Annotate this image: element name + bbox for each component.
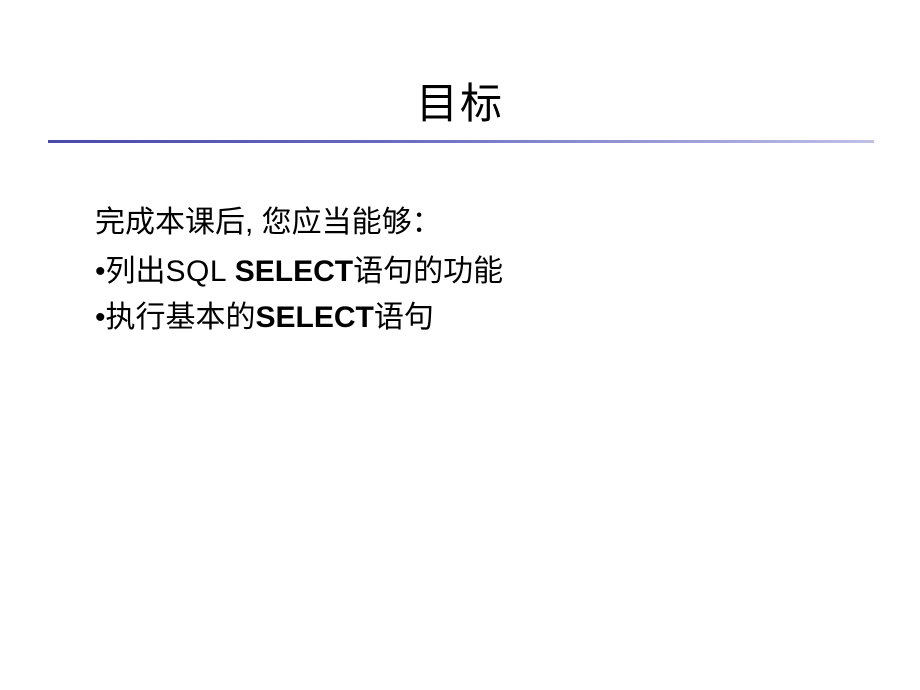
slide-content: 完成本课后, 您应当能够： •列出SQL SELECT语句的功能 •执行基本的S… [95, 200, 503, 342]
bullet-item: •执行基本的SELECT语句 [95, 295, 503, 342]
bullet-item: •列出SQL SELECT语句的功能 [95, 249, 503, 296]
bullet-suffix: 语句 [374, 301, 434, 334]
bullet-suffix: 语句的功能 [353, 255, 503, 288]
bullet-latin: SQL [166, 255, 235, 288]
title-divider [48, 140, 874, 143]
bullet-prefix: •执行基本的 [95, 301, 256, 334]
bullet-prefix: •列出 [95, 255, 166, 288]
bullet-bold: SELECT [256, 301, 374, 334]
intro-text: 完成本课后, 您应当能够： [95, 200, 503, 247]
slide-title: 目标 [0, 70, 920, 131]
slide: 目标 完成本课后, 您应当能够： •列出SQL SELECT语句的功能 •执行基… [0, 0, 920, 690]
bullet-bold: SELECT [235, 255, 353, 288]
